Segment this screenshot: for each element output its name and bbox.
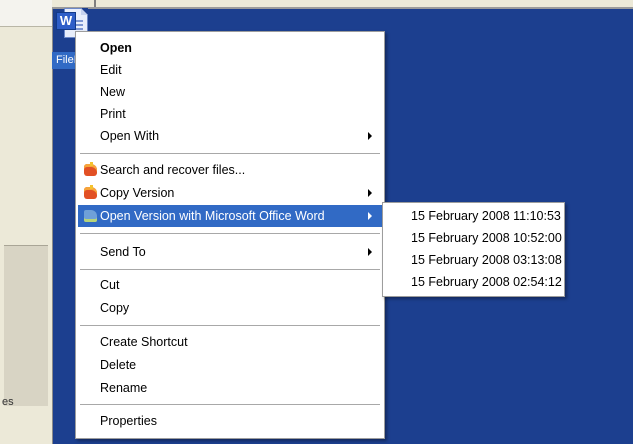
submenu-arrow-icon: [368, 248, 372, 256]
menu-separator: [80, 325, 380, 326]
menu-item-copy-version[interactable]: Copy Version: [78, 182, 382, 204]
submenu-item-version[interactable]: 15 February 2008 02:54:12: [385, 271, 562, 293]
menu-item-open[interactable]: Open: [78, 37, 382, 59]
submenu-item-version[interactable]: 15 February 2008 10:52:00: [385, 227, 562, 249]
submenu-item-version[interactable]: 15 February 2008 03:13:08: [385, 249, 562, 271]
menu-item-create-shortcut[interactable]: Create Shortcut: [78, 331, 382, 353]
background-window: es: [0, 0, 53, 444]
menu-item-label: Cut: [100, 278, 120, 292]
menu-item-label: Delete: [100, 358, 137, 372]
menu-item-label: Properties: [100, 414, 157, 428]
menu-item-open-with[interactable]: Open With: [78, 125, 382, 147]
window-bottom-edge: [52, 0, 633, 9]
menu-item-label: Send To: [100, 245, 146, 259]
menu-item-label: Print: [100, 107, 126, 121]
context-menu: Open Edit New Print Open With Search and…: [75, 31, 385, 439]
background-window-toolbar: [0, 0, 52, 27]
submenu-item-label: 15 February 2008 02:54:12: [411, 275, 562, 289]
submenu-item-label: 15 February 2008 11:10:53: [411, 209, 561, 223]
menu-item-properties[interactable]: Properties: [78, 410, 382, 432]
menu-item-label: Edit: [100, 63, 122, 77]
menu-item-label: New: [100, 85, 126, 99]
menu-item-label: Rename: [100, 381, 148, 395]
filekeeper-red-icon: [84, 162, 97, 176]
window-divider: [94, 0, 96, 7]
menu-separator: [80, 233, 380, 234]
submenu-arrow-icon: [368, 132, 372, 140]
menu-item-label: Open With: [100, 129, 160, 143]
word-badge-icon: W: [56, 12, 76, 30]
menu-item-label: Open Version with Microsoft Office Word: [100, 209, 325, 223]
menu-item-edit[interactable]: Edit: [78, 59, 382, 81]
submenu-item-label: 15 February 2008 10:52:00: [411, 231, 562, 245]
menu-item-label: Open: [100, 41, 132, 55]
menu-item-send-to[interactable]: Send To: [78, 241, 382, 263]
submenu-arrow-icon: [368, 212, 372, 220]
background-window-panel: [4, 245, 48, 406]
menu-item-new[interactable]: New: [78, 81, 382, 103]
submenu-item-version[interactable]: 15 February 2008 11:10:53: [385, 205, 562, 227]
filekeeper-blue-icon: [84, 210, 97, 222]
menu-item-label: Copy Version: [100, 186, 175, 200]
menu-separator: [80, 153, 380, 154]
menu-item-label: Create Shortcut: [100, 335, 188, 349]
menu-item-copy[interactable]: Copy: [78, 297, 382, 319]
menu-separator: [80, 269, 380, 270]
submenu-arrow-icon: [368, 189, 372, 197]
menu-item-delete[interactable]: Delete: [78, 354, 382, 376]
menu-item-label: Search and recover files...: [100, 163, 246, 177]
filekeeper-red-icon: [84, 185, 97, 199]
menu-item-cut[interactable]: Cut: [78, 274, 382, 296]
submenu-item-label: 15 February 2008 03:13:08: [411, 253, 562, 267]
background-window-text: es: [2, 396, 14, 408]
version-submenu: 15 February 2008 11:10:53 15 February 20…: [382, 202, 565, 297]
menu-item-open-version-word[interactable]: Open Version with Microsoft Office Word: [78, 205, 382, 227]
menu-item-search-recover[interactable]: Search and recover files...: [78, 159, 382, 181]
menu-item-rename[interactable]: Rename: [78, 377, 382, 399]
menu-separator: [80, 404, 380, 405]
menu-item-print[interactable]: Print: [78, 103, 382, 125]
menu-item-label: Copy: [100, 301, 130, 315]
